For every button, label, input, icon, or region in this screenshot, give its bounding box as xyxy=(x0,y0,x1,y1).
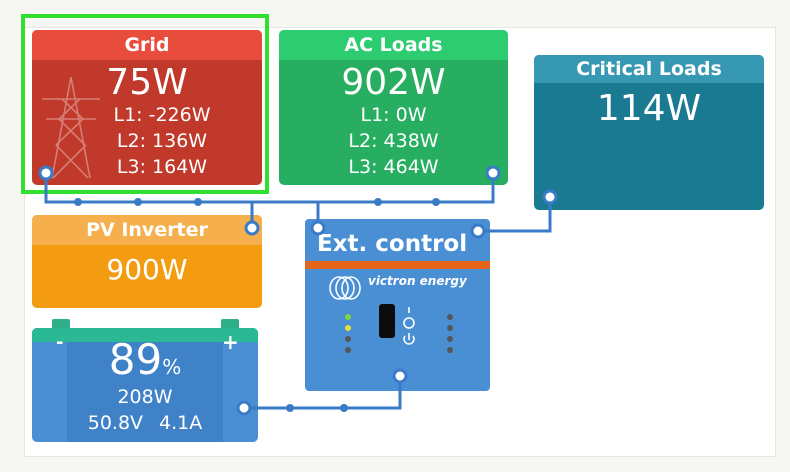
ext-control-bottom-port xyxy=(392,368,408,384)
ext-control-top-port xyxy=(310,220,326,236)
ac-loads-port xyxy=(485,165,501,181)
critical-loads-port xyxy=(542,189,558,205)
grid-to-bus-line xyxy=(44,173,495,204)
connector-lines xyxy=(38,165,558,416)
pv-inverter-port xyxy=(244,220,260,236)
battery-link-line xyxy=(244,376,402,410)
grid-port xyxy=(38,165,54,181)
ext-control-right-port xyxy=(470,223,486,239)
battery-port xyxy=(236,400,252,416)
